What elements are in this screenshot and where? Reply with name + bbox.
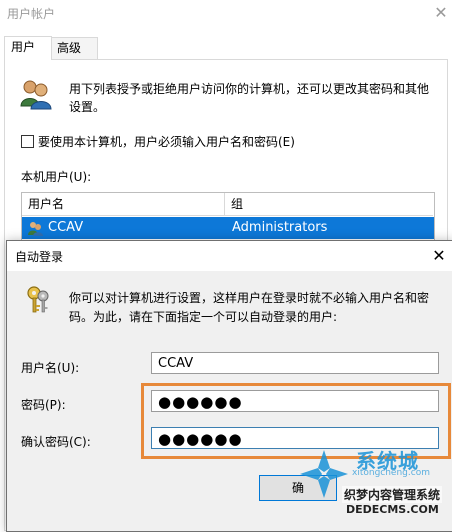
tab-advanced[interactable]: 高级 <box>50 37 98 59</box>
auto-logon-close-icon[interactable]: ✕ <box>427 244 451 268</box>
local-users-label: 本机用户(U): <box>21 170 92 184</box>
username-label: 用户名(U): <box>21 361 80 375</box>
user-icon <box>28 222 43 236</box>
column-header-username[interactable]: 用户名 <box>22 193 225 216</box>
must-login-option[interactable]: 要使用本计算机，用户必须输入用户名和密码(E) <box>21 134 295 150</box>
user-accounts-close-icon[interactable]: ✕ <box>430 1 452 25</box>
password-label: 密码(P): <box>21 398 66 412</box>
watermark-site-cn: 织梦内容管理系统 <box>342 486 443 503</box>
must-login-checkbox[interactable] <box>21 135 34 148</box>
auto-logon-title: 自动登录 <box>15 250 64 264</box>
row-username: CCAV <box>48 220 84 235</box>
password-input[interactable]: ●●●●●● <box>151 390 439 412</box>
table-row[interactable]: CCAV Administrators <box>22 217 434 239</box>
users-icon <box>20 80 52 110</box>
auto-logon-titlebar[interactable]: 自动登录 ✕ <box>7 241 452 271</box>
row-group: Administrators <box>232 220 328 235</box>
user-accounts-description: 用下列表授予或拒绝用户访问你的计算机，还可以更改其密码和其他设置。 <box>69 82 430 114</box>
username-input[interactable]: CCAV <box>151 352 439 374</box>
confirm-password-label: 确认密码(C): <box>21 435 91 449</box>
user-accounts-title: 用户帐户 <box>7 7 56 21</box>
must-login-label: 要使用本计算机，用户必须输入用户名和密码(E) <box>38 135 295 149</box>
auto-logon-description: 你可以对计算机进行设置，这样用户在登录时就不必输入用户名和密码。为此，请在下面指… <box>69 291 430 324</box>
user-accounts-titlebar[interactable]: 用户帐户 ✕ <box>0 0 452 28</box>
watermark-site-en: DEDECMS.COM <box>346 503 439 516</box>
column-header-group[interactable]: 组 <box>225 193 433 216</box>
watermark-subtitle: xitongcheng.com <box>352 468 430 478</box>
keys-icon <box>27 286 49 313</box>
tab-users[interactable]: 用户 <box>4 36 52 60</box>
